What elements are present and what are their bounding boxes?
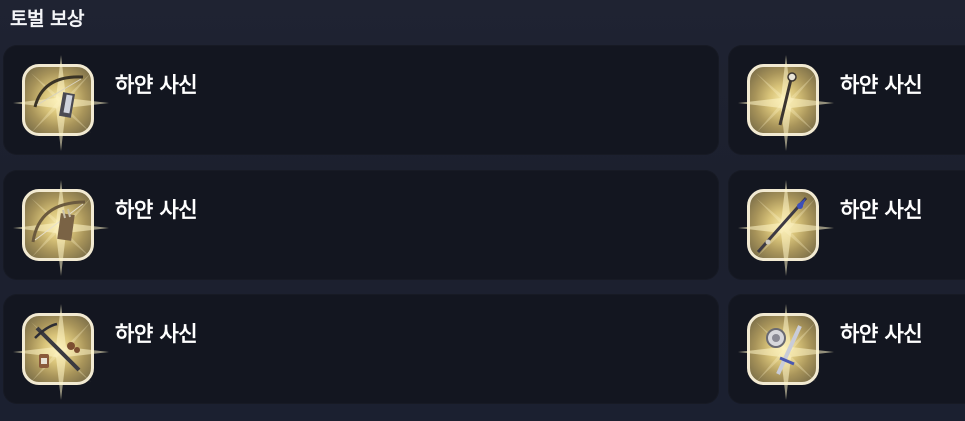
spear-icon <box>756 197 808 253</box>
reward-card[interactable]: 하얀 사신 <box>3 294 719 404</box>
reward-card[interactable]: 하얀 사신 <box>3 45 719 155</box>
reward-icon-frame[interactable] <box>13 55 109 151</box>
reward-icon-frame[interactable] <box>738 304 834 400</box>
reward-card[interactable]: 하얀 사신 <box>728 45 965 155</box>
reward-card[interactable]: 하얀 사신 <box>728 294 965 404</box>
crossbow-set-icon <box>34 322 81 372</box>
reward-icon-frame[interactable] <box>738 55 834 151</box>
reward-name: 하얀 사신 <box>840 198 923 222</box>
reward-grid: 하얀 사신 하얀 사신 하얀 사신 하얀 사신 하얀 사신 하얀 사신 <box>0 0 965 421</box>
bow-quiver-icon <box>33 75 84 118</box>
reward-icon-frame[interactable] <box>13 304 109 400</box>
reward-name: 하얀 사신 <box>840 73 923 97</box>
reward-card[interactable]: 하얀 사신 <box>728 170 965 280</box>
reward-name: 하얀 사신 <box>840 322 923 346</box>
reward-icon-frame[interactable] <box>738 180 834 276</box>
reward-card[interactable]: 하얀 사신 <box>3 170 719 280</box>
sword-shield-icon <box>766 325 802 375</box>
staff-icon <box>778 72 797 126</box>
reward-name: 하얀 사신 <box>115 198 198 222</box>
reward-icon-frame[interactable] <box>13 180 109 276</box>
longbow-arrows-icon <box>31 200 86 243</box>
reward-name: 하얀 사신 <box>115 322 198 346</box>
reward-name: 하얀 사신 <box>115 73 198 97</box>
